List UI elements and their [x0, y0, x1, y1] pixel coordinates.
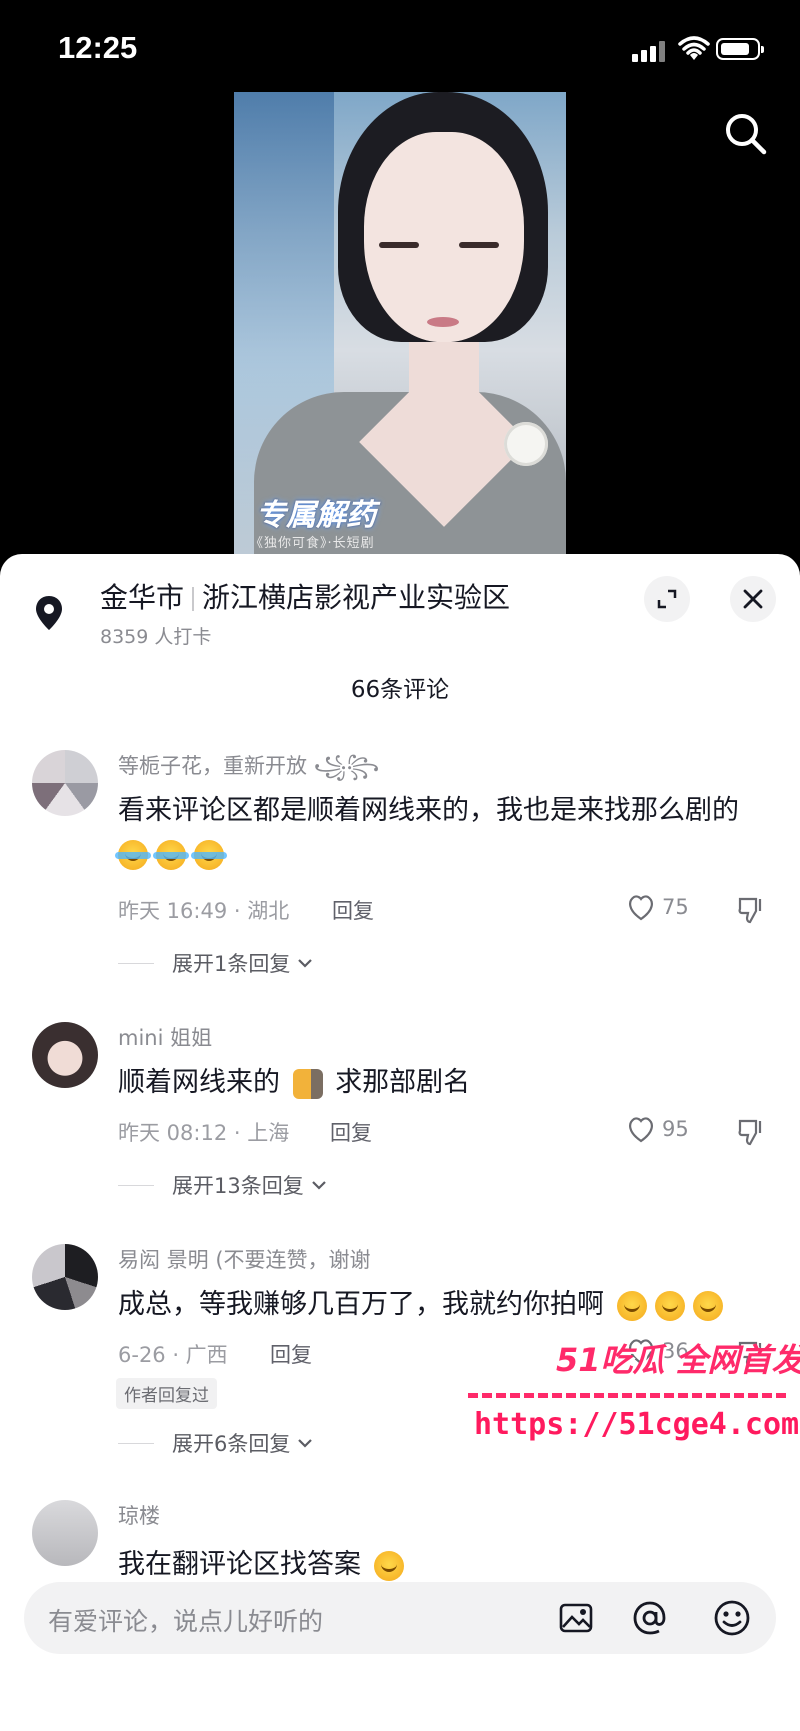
reply-button[interactable]: 回复: [332, 895, 374, 925]
video-caption-sub: 《独你可食》·长短剧: [250, 536, 375, 551]
video-player[interactable]: 专属解药 《独你可食》·长短剧: [234, 92, 566, 562]
expand-replies-label: 展开13条回复: [172, 1174, 304, 1198]
comment-time-location: 昨天 16:49 · 湖北: [118, 899, 290, 923]
status-bar: 12:25: [0, 0, 800, 95]
expand-icon: [657, 589, 677, 609]
emoji-row: [115, 840, 232, 870]
image-icon[interactable]: [556, 1598, 596, 1638]
comment-text-part: 成总，等我赚够几百万了，我就约你拍啊: [118, 1289, 604, 1320]
comment-text: 看来评论区都是顺着网线来的，我也是来找那么剧的: [118, 795, 739, 826]
wifi-icon: [678, 36, 710, 60]
comment-time-location: 昨天 08:12 · 上海: [118, 1121, 290, 1145]
reply-button[interactable]: 回复: [270, 1339, 312, 1369]
avatar[interactable]: [32, 1022, 98, 1088]
thinking-emoji-icon: [692, 1290, 723, 1321]
thinking-emoji-icon: [616, 1290, 647, 1321]
location-title[interactable]: 金华市 浙江横店影视产业实验区: [100, 576, 510, 616]
expand-replies-button[interactable]: 展开6条回复: [118, 1428, 314, 1458]
comment-text-part: 求那部剧名: [335, 1067, 471, 1098]
like-count: 95: [662, 1117, 689, 1141]
chevron-down-icon: [311, 1181, 326, 1190]
comment-username[interactable]: 等栀子花，重新开放 ꧁꧂: [118, 750, 379, 793]
expand-replies-label: 展开6条回复: [172, 1432, 291, 1456]
crying-laughing-emoji-icon: [153, 840, 189, 870]
expand-replies-button[interactable]: 展开1条回复: [118, 948, 314, 978]
comment-username[interactable]: 易闳 景明 (不要连赞，谢谢: [118, 1244, 371, 1274]
cat-emoji-icon: [292, 1068, 323, 1099]
status-time: 12:25: [58, 30, 138, 65]
comment-text-part: 我在翻评论区找答案: [118, 1549, 361, 1580]
heart-icon: [629, 895, 653, 921]
crying-laughing-emoji-icon: [191, 840, 227, 870]
watermark-line1: 51吃瓜 全网首发: [556, 1341, 800, 1379]
reply-button[interactable]: 回复: [330, 1117, 372, 1147]
chevron-down-icon: [298, 1439, 313, 1448]
comment-username[interactable]: 琼楼: [118, 1500, 160, 1530]
chevron-down-icon: [298, 959, 313, 968]
author-replied-badge: 作者回复过: [116, 1378, 217, 1409]
location-city: 金华市: [100, 581, 185, 614]
comment-text-part: 顺着网线来的: [118, 1067, 280, 1098]
close-icon: [743, 589, 763, 609]
video-caption: 专属解药: [256, 498, 376, 533]
comment-username[interactable]: mini 姐姐: [118, 1022, 212, 1052]
watermark: 51吃瓜 全网首发 https://51cge4.com: [468, 1335, 800, 1455]
grin-emoji-icon: [373, 1550, 404, 1581]
comment-text: 成总，等我赚够几百万了，我就约你拍啊: [118, 1282, 731, 1321]
avatar[interactable]: [32, 750, 98, 816]
dislike-icon[interactable]: [736, 1117, 766, 1147]
heart-icon: [629, 1117, 653, 1143]
location-checkins: 8359 人打卡: [100, 626, 212, 648]
comment-count: 66条评论: [350, 677, 450, 703]
close-button[interactable]: [730, 576, 776, 622]
crying-laughing-emoji-icon: [115, 840, 151, 870]
avatar[interactable]: [32, 1244, 98, 1310]
expand-replies-label: 展开1条回复: [172, 952, 291, 976]
bottom-area: [0, 1660, 800, 1731]
comment-text: 我在翻评论区找答案: [118, 1542, 412, 1581]
expand-replies-button[interactable]: 展开13条回复: [118, 1170, 328, 1200]
comment-input[interactable]: 有爱评论，说点儿好听的: [24, 1582, 776, 1654]
location-place: 浙江横店影视产业实验区: [202, 581, 511, 614]
like-count: 75: [662, 895, 689, 919]
comment-sheet: 金华市 浙江横店影视产业实验区 8359 人打卡 66条评论 等栀子花，重新开放 …: [0, 554, 800, 1731]
comment-time-location: 6-26 · 广西: [118, 1343, 228, 1367]
comment-text: 顺着网线来的 求那部剧名: [118, 1060, 470, 1099]
dislike-icon[interactable]: [736, 895, 766, 925]
emoji-icon[interactable]: [712, 1598, 752, 1638]
mention-icon[interactable]: [630, 1598, 670, 1638]
comment-input-placeholder: 有爱评论，说点儿好听的: [48, 1607, 324, 1636]
expand-button[interactable]: [644, 576, 690, 622]
avatar[interactable]: [32, 1500, 98, 1566]
thinking-emoji-icon: [654, 1290, 685, 1321]
like-button[interactable]: 95: [626, 1115, 689, 1143]
like-button[interactable]: 75: [626, 893, 689, 921]
search-icon[interactable]: [722, 110, 768, 156]
cellular-signal-icon: [632, 40, 668, 62]
location-pin-icon: [36, 596, 62, 630]
battery-icon: [716, 38, 764, 60]
watermark-line2: https://51cge4.com: [474, 1407, 800, 1442]
